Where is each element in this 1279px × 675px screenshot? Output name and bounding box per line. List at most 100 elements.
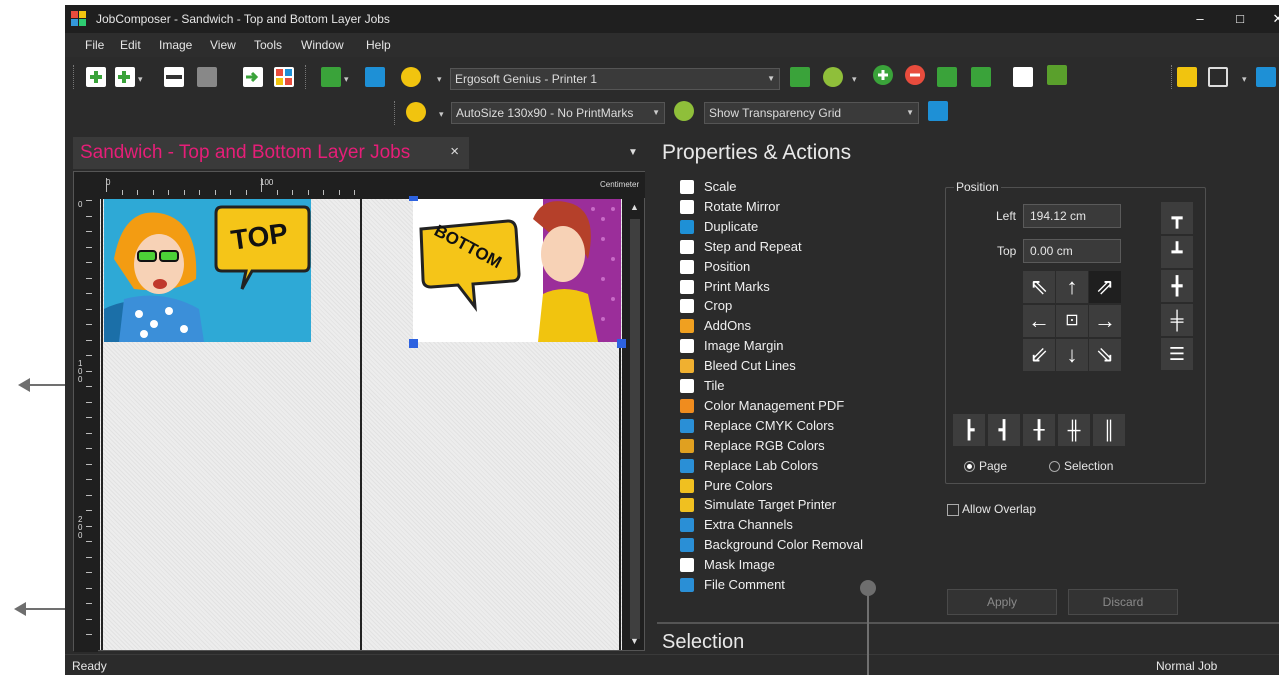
align-center-icon[interactable]: ╂ xyxy=(1023,414,1055,446)
print-queue-icon[interactable] xyxy=(321,67,341,87)
size-select[interactable]: AutoSize 130x90 - No PrintMarks ▼ xyxy=(451,102,665,124)
action-item-label: Replace CMYK Colors xyxy=(704,417,835,433)
ruler-tick xyxy=(214,190,216,195)
help-icon[interactable] xyxy=(1256,67,1276,87)
layout-icon[interactable] xyxy=(274,67,294,87)
printmarks-icon[interactable] xyxy=(406,102,426,122)
panel-split-icon[interactable] xyxy=(1208,67,1228,87)
vertical-scrollbar[interactable]: ▲ ▼ xyxy=(626,199,644,650)
selection-handle-bottom-left[interactable] xyxy=(409,339,418,348)
zoom-in-icon[interactable] xyxy=(873,65,893,85)
maximize-button[interactable]: □ xyxy=(1225,9,1255,29)
ruler-tick xyxy=(86,308,92,310)
app-window: JobComposer - Sandwich - Top and Bottom … xyxy=(65,5,1279,675)
align-bottom-icon[interactable]: ┻ xyxy=(1161,236,1193,268)
image-top-layer[interactable]: TOP xyxy=(104,199,311,342)
page-left-border xyxy=(101,199,103,650)
move-down-button[interactable]: ↓ xyxy=(1056,339,1088,371)
top-label: Top xyxy=(997,244,1017,258)
fit-height-icon[interactable] xyxy=(971,67,991,87)
color-swatch-icon[interactable] xyxy=(1047,65,1067,85)
move-down-left-button[interactable]: ⇙ xyxy=(1023,339,1055,371)
zoom-out-icon[interactable] xyxy=(905,65,925,85)
selection-handle-bottom-right[interactable] xyxy=(617,339,626,348)
add-image-icon[interactable] xyxy=(115,67,135,87)
ruler-tick xyxy=(86,572,92,573)
menu-tools[interactable]: Tools xyxy=(254,38,282,52)
apply-button[interactable]: Apply xyxy=(947,589,1057,615)
transparency-select[interactable]: Show Transparency Grid ▼ xyxy=(704,102,919,124)
position-group-label: Position xyxy=(954,180,1001,194)
page-radio[interactable] xyxy=(964,461,975,472)
import-icon[interactable] xyxy=(243,67,263,87)
ruler-tick xyxy=(338,190,340,195)
menu-image[interactable]: Image xyxy=(159,38,192,52)
simulate-printer-icon xyxy=(680,498,694,513)
menu-edit[interactable]: Edit xyxy=(120,38,141,52)
image-bottom-layer[interactable]: BOTTOM xyxy=(413,199,621,342)
scroll-down-icon[interactable]: ▼ xyxy=(630,636,639,646)
align-middle-icon[interactable]: ╋ xyxy=(1161,270,1193,302)
settings-gear-icon[interactable] xyxy=(823,67,843,87)
settings-dropdown[interactable]: ▾ xyxy=(852,74,857,85)
ruler-tick xyxy=(86,618,92,620)
ruler-tick xyxy=(86,246,92,248)
menu-file[interactable]: File xyxy=(85,38,104,52)
print-layout-icon[interactable] xyxy=(928,101,948,121)
selection-radio[interactable] xyxy=(1049,461,1060,472)
align-right-icon[interactable]: ┫ xyxy=(988,414,1020,446)
printmarks-dropdown[interactable]: ▾ xyxy=(439,109,444,120)
ruler-tick xyxy=(86,200,92,201)
align-left-icon[interactable]: ┣ xyxy=(953,414,985,446)
printer-config-icon[interactable] xyxy=(790,67,810,87)
callout-arrowhead-1 xyxy=(18,378,30,392)
close-tab-icon[interactable]: × xyxy=(450,143,459,160)
minimize-button[interactable]: – xyxy=(1185,9,1215,29)
move-down-right-button[interactable]: ⇘ xyxy=(1089,339,1121,371)
add-image-dropdown[interactable]: ▾ xyxy=(138,74,143,85)
print-queue-dropdown[interactable]: ▾ xyxy=(344,74,349,85)
image-properties-icon[interactable] xyxy=(197,67,217,87)
printer-dropdown[interactable]: ▾ xyxy=(437,74,442,85)
discard-button[interactable]: Discard xyxy=(1068,589,1178,615)
panel-dropdown[interactable]: ▾ xyxy=(1242,74,1247,85)
remove-image-icon[interactable] xyxy=(164,67,184,87)
ruler-tick xyxy=(86,262,92,263)
ruler-tick xyxy=(86,541,92,542)
scroll-up-icon[interactable]: ▲ xyxy=(630,202,639,212)
space-horizontal-icon[interactable]: ║ xyxy=(1093,414,1125,446)
selection-handle-top-left[interactable] xyxy=(409,196,418,201)
list-view-icon[interactable] xyxy=(1013,67,1033,87)
window-title: JobComposer - Sandwich - Top and Bottom … xyxy=(96,12,390,26)
scrollbar-thumb[interactable] xyxy=(630,219,640,639)
distribute-horizontal-icon[interactable]: ╫ xyxy=(1058,414,1090,446)
panel-layout-icon[interactable] xyxy=(1177,67,1197,87)
move-up-left-button[interactable]: ⇖ xyxy=(1023,271,1055,303)
close-button[interactable]: ✕ xyxy=(1263,9,1279,29)
move-center-button[interactable]: ⊡ xyxy=(1056,305,1088,337)
printer-icon[interactable] xyxy=(401,67,421,87)
menu-view[interactable]: View xyxy=(210,38,236,52)
move-left-button[interactable]: ← xyxy=(1023,305,1055,337)
top-field[interactable]: 0.00 cm xyxy=(1023,239,1121,263)
printer-settings-icon[interactable] xyxy=(365,67,385,87)
document-tab[interactable]: Sandwich - Top and Bottom Layer Jobs × xyxy=(73,137,469,169)
space-vertical-icon[interactable]: ☰ xyxy=(1161,338,1193,370)
move-right-button[interactable]: → xyxy=(1089,305,1121,337)
printer-select[interactable]: Ergosoft Genius - Printer 1 ▼ xyxy=(450,68,780,90)
left-field[interactable]: 194.12 cm xyxy=(1023,204,1121,228)
menu-help[interactable]: Help xyxy=(366,38,391,52)
move-up-button[interactable]: ↑ xyxy=(1056,271,1088,303)
allow-overlap-checkbox[interactable] xyxy=(947,504,959,516)
fit-width-icon[interactable] xyxy=(937,67,957,87)
app-logo-icon xyxy=(71,11,86,26)
ruler-tick xyxy=(168,190,169,195)
menu-window[interactable]: Window xyxy=(301,38,344,52)
settings-cog-icon[interactable] xyxy=(674,101,694,121)
distribute-vertical-icon[interactable]: ╪ xyxy=(1161,304,1193,336)
move-up-right-button[interactable]: ⇗ xyxy=(1089,271,1121,303)
align-top-icon[interactable]: ┳ xyxy=(1161,202,1193,234)
tab-list-dropdown-icon[interactable]: ▼ xyxy=(628,147,638,158)
printer-select-value: Ergosoft Genius - Printer 1 xyxy=(455,72,598,86)
new-job-icon[interactable] xyxy=(86,67,106,87)
